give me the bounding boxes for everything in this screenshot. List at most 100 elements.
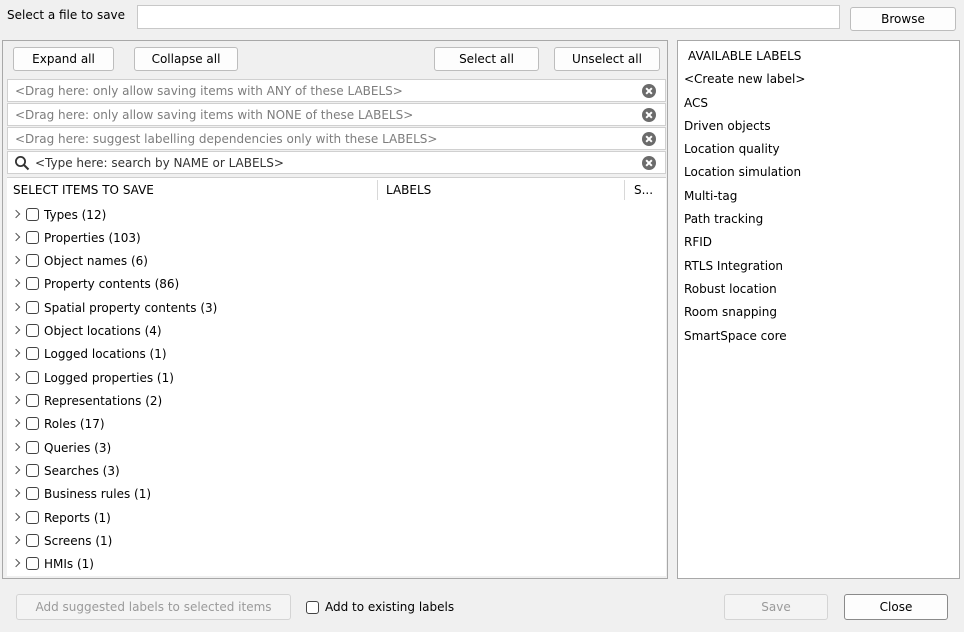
- any-labels-hint: <Drag here: only allow saving items with…: [15, 83, 403, 98]
- chevron-right-icon[interactable]: [8, 529, 24, 552]
- tree-row[interactable]: Spatial property contents (3): [8, 296, 217, 319]
- checkbox[interactable]: [26, 487, 39, 500]
- search-placeholder: <Type here: search by NAME or LABELS>: [35, 155, 284, 170]
- chevron-right-icon[interactable]: [8, 249, 24, 272]
- tree-row-label: Object locations (4): [44, 323, 162, 338]
- checkbox[interactable]: [26, 254, 39, 267]
- tree-row[interactable]: Property contents (86): [8, 272, 179, 295]
- chevron-right-icon[interactable]: [8, 552, 24, 575]
- column-header-labels[interactable]: LABELS: [386, 178, 616, 202]
- tree-row-label: Logged locations (1): [44, 346, 167, 361]
- column-header-items[interactable]: SELECT ITEMS TO SAVE: [13, 178, 373, 202]
- tree-row[interactable]: Searches (3): [8, 459, 120, 482]
- tree-row[interactable]: Queries (3): [8, 436, 111, 459]
- dependencies-hint: <Drag here: suggest labelling dependenci…: [15, 131, 438, 146]
- tree-row[interactable]: Logged locations (1): [8, 342, 167, 365]
- none-labels-dropzone[interactable]: <Drag here: only allow saving items with…: [7, 103, 666, 126]
- tree-row[interactable]: Types (12): [8, 203, 106, 226]
- label-item[interactable]: Location simulation: [684, 160, 801, 183]
- tree-row[interactable]: Screens (1): [8, 529, 112, 552]
- checkbox[interactable]: [26, 347, 39, 360]
- tree-row[interactable]: Properties (103): [8, 226, 141, 249]
- label-item[interactable]: RFID: [684, 230, 712, 253]
- clear-icon[interactable]: [642, 108, 656, 122]
- add-to-existing-checkbox[interactable]: [306, 600, 319, 614]
- tree-row-label: Representations (2): [44, 393, 163, 408]
- chevron-right-icon[interactable]: [8, 319, 24, 342]
- tree-row-label: Types (12): [44, 207, 107, 222]
- select-all-button[interactable]: Select all: [434, 47, 539, 71]
- tree-row[interactable]: Roles (17): [8, 412, 105, 435]
- search-icon: [14, 155, 30, 171]
- chevron-right-icon[interactable]: [8, 296, 24, 319]
- checkbox[interactable]: [26, 277, 39, 290]
- checkbox[interactable]: [26, 371, 39, 384]
- chevron-right-icon[interactable]: [8, 203, 24, 226]
- chevron-right-icon[interactable]: [8, 412, 24, 435]
- tree-row-label: Logged properties (1): [44, 370, 174, 385]
- close-button[interactable]: Close: [844, 594, 948, 620]
- chevron-right-icon[interactable]: [8, 389, 24, 412]
- tree-row-label: HMIs (1): [44, 556, 94, 571]
- tree-row[interactable]: Logged properties (1): [8, 366, 174, 389]
- checkbox[interactable]: [26, 394, 39, 407]
- add-to-existing-label: Add to existing labels: [325, 600, 455, 614]
- browse-button[interactable]: Browse: [850, 7, 956, 31]
- checkbox[interactable]: [26, 208, 39, 221]
- search-input[interactable]: <Type here: search by NAME or LABELS>: [7, 151, 666, 174]
- column-divider: [377, 180, 378, 200]
- clear-icon[interactable]: [642, 132, 656, 146]
- checkbox[interactable]: [26, 231, 39, 244]
- tree-row[interactable]: Object locations (4): [8, 319, 162, 342]
- tree-row[interactable]: HMIs (1): [8, 552, 94, 575]
- checkbox[interactable]: [26, 534, 39, 547]
- label-item[interactable]: Multi-tag: [684, 184, 737, 207]
- label-item[interactable]: ACS: [684, 91, 708, 114]
- label-item[interactable]: Robust location: [684, 277, 777, 300]
- tree-row[interactable]: Object names (6): [8, 249, 148, 272]
- save-button[interactable]: Save: [724, 594, 828, 620]
- label-item[interactable]: RTLS Integration: [684, 254, 783, 277]
- add-suggested-labels-button[interactable]: Add suggested labels to selected items: [16, 594, 291, 620]
- tree-row-label: Roles (17): [44, 416, 105, 431]
- chevron-right-icon[interactable]: [8, 482, 24, 505]
- label-item[interactable]: Path tracking: [684, 207, 763, 230]
- dependencies-dropzone[interactable]: <Drag here: suggest labelling dependenci…: [7, 127, 666, 150]
- checkbox[interactable]: [26, 441, 39, 454]
- chevron-right-icon[interactable]: [8, 436, 24, 459]
- column-header-s[interactable]: S...: [634, 178, 664, 202]
- tree-row[interactable]: Representations (2): [8, 389, 162, 412]
- checkbox[interactable]: [26, 417, 39, 430]
- label-item[interactable]: Driven objects: [684, 114, 771, 137]
- tree-row-label: Screens (1): [44, 533, 113, 548]
- tree-row[interactable]: Business rules (1): [8, 482, 151, 505]
- chevron-right-icon[interactable]: [8, 272, 24, 295]
- collapse-all-button[interactable]: Collapse all: [134, 47, 238, 71]
- chevron-right-icon[interactable]: [8, 506, 24, 529]
- checkbox[interactable]: [26, 301, 39, 314]
- add-to-existing-checkbox-row[interactable]: Add to existing labels: [306, 598, 454, 616]
- clear-icon[interactable]: [642, 156, 656, 170]
- checkbox[interactable]: [26, 464, 39, 477]
- label-item[interactable]: SmartSpace core: [684, 324, 787, 347]
- chevron-right-icon[interactable]: [8, 366, 24, 389]
- label-item[interactable]: Location quality: [684, 137, 780, 160]
- tree-row-label: Property contents (86): [44, 276, 180, 291]
- tree-row[interactable]: Reports (1): [8, 506, 111, 529]
- checkbox[interactable]: [26, 511, 39, 524]
- chevron-right-icon[interactable]: [8, 459, 24, 482]
- chevron-right-icon[interactable]: [8, 226, 24, 249]
- label-item[interactable]: Room snapping: [684, 300, 777, 323]
- any-labels-dropzone[interactable]: <Drag here: only allow saving items with…: [7, 79, 666, 102]
- tree-row-label: Business rules (1): [44, 486, 152, 501]
- file-path-input[interactable]: [137, 5, 840, 29]
- checkbox[interactable]: [26, 557, 39, 570]
- tree-row-label: Properties (103): [44, 230, 141, 245]
- clear-icon[interactable]: [642, 84, 656, 98]
- label-item-create[interactable]: <Create new label>: [684, 67, 805, 90]
- checkbox[interactable]: [26, 324, 39, 337]
- none-labels-hint: <Drag here: only allow saving items with…: [15, 107, 414, 122]
- chevron-right-icon[interactable]: [8, 342, 24, 365]
- expand-all-button[interactable]: Expand all: [13, 47, 114, 71]
- unselect-all-button[interactable]: Unselect all: [554, 47, 660, 71]
